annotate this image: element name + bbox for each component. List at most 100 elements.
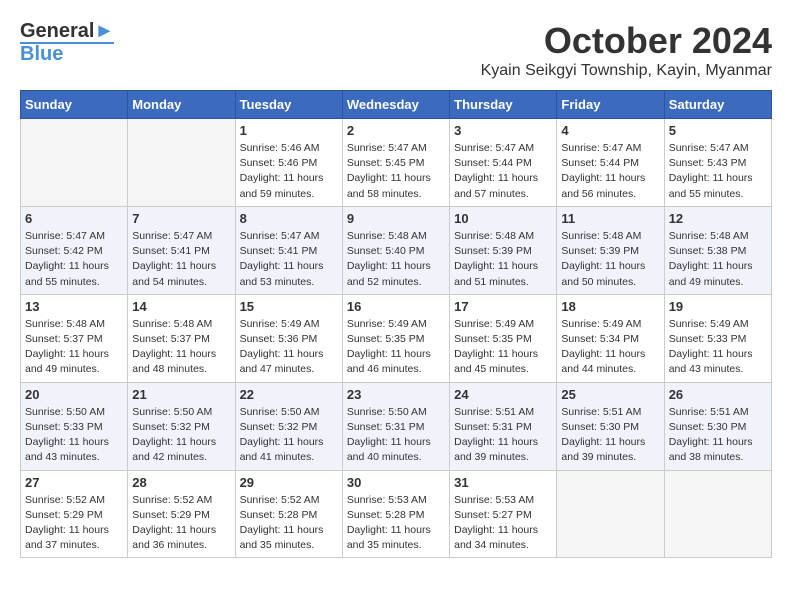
day-number: 24 — [454, 387, 552, 402]
weekday-header: Saturday — [664, 91, 771, 119]
day-number: 30 — [347, 475, 445, 490]
calendar-cell: 22 Sunrise: 5:50 AMSunset: 5:32 PMDayligh… — [235, 382, 342, 470]
day-info: Sunrise: 5:53 AMSunset: 5:27 PMDaylight:… — [454, 493, 552, 554]
day-number: 18 — [561, 299, 659, 314]
day-info: Sunrise: 5:46 AMSunset: 5:46 PMDaylight:… — [240, 141, 338, 202]
calendar-cell: 11 Sunrise: 5:48 AMSunset: 5:39 PMDayligh… — [557, 206, 664, 294]
page-header: General► Blue October 2024 Kyain Seikgyi… — [20, 20, 772, 80]
calendar-cell: 26 Sunrise: 5:51 AMSunset: 5:30 PMDayligh… — [664, 382, 771, 470]
day-number: 14 — [132, 299, 230, 314]
calendar-cell: 16 Sunrise: 5:49 AMSunset: 5:35 PMDayligh… — [342, 294, 449, 382]
weekday-header: Friday — [557, 91, 664, 119]
day-number: 28 — [132, 475, 230, 490]
day-number: 31 — [454, 475, 552, 490]
calendar-cell: 9 Sunrise: 5:48 AMSunset: 5:40 PMDaylight… — [342, 206, 449, 294]
calendar-cell: 25 Sunrise: 5:51 AMSunset: 5:30 PMDayligh… — [557, 382, 664, 470]
calendar-cell: 3 Sunrise: 5:47 AMSunset: 5:44 PMDaylight… — [450, 119, 557, 207]
day-info: Sunrise: 5:48 AMSunset: 5:39 PMDaylight:… — [561, 229, 659, 290]
calendar-cell: 20 Sunrise: 5:50 AMSunset: 5:33 PMDayligh… — [21, 382, 128, 470]
title-block: October 2024 Kyain Seikgyi Township, Kay… — [481, 20, 772, 80]
day-info: Sunrise: 5:47 AMSunset: 5:42 PMDaylight:… — [25, 229, 123, 290]
calendar-cell: 18 Sunrise: 5:49 AMSunset: 5:34 PMDayligh… — [557, 294, 664, 382]
weekday-header: Wednesday — [342, 91, 449, 119]
day-number: 4 — [561, 123, 659, 138]
calendar-cell: 1 Sunrise: 5:46 AMSunset: 5:46 PMDaylight… — [235, 119, 342, 207]
day-info: Sunrise: 5:48 AMSunset: 5:37 PMDaylight:… — [25, 317, 123, 378]
day-number: 27 — [25, 475, 123, 490]
day-number: 6 — [25, 211, 123, 226]
calendar-cell: 28Sunrise: 5:52 AMSunset: 5:29 PMDayligh… — [128, 470, 235, 558]
month-title: October 2024 — [481, 20, 772, 62]
calendar-cell: 17 Sunrise: 5:49 AMSunset: 5:35 PMDayligh… — [450, 294, 557, 382]
location-title: Kyain Seikgyi Township, Kayin, Myanmar — [481, 62, 772, 80]
day-info: Sunrise: 5:53 AMSunset: 5:28 PMDaylight:… — [347, 493, 445, 554]
day-info: Sunrise: 5:50 AMSunset: 5:32 PMDaylight:… — [240, 405, 338, 466]
day-number: 13 — [25, 299, 123, 314]
day-number: 16 — [347, 299, 445, 314]
day-info: Sunrise: 5:50 AMSunset: 5:32 PMDaylight:… — [132, 405, 230, 466]
day-info: Sunrise: 5:47 AMSunset: 5:44 PMDaylight:… — [454, 141, 552, 202]
day-info: Sunrise: 5:47 AMSunset: 5:43 PMDaylight:… — [669, 141, 767, 202]
calendar-cell: 7 Sunrise: 5:47 AMSunset: 5:41 PMDaylight… — [128, 206, 235, 294]
day-info: Sunrise: 5:49 AMSunset: 5:34 PMDaylight:… — [561, 317, 659, 378]
calendar-table: SundayMondayTuesdayWednesdayThursdayFrid… — [20, 90, 772, 558]
calendar-cell — [664, 470, 771, 558]
day-info: Sunrise: 5:50 AMSunset: 5:33 PMDaylight:… — [25, 405, 123, 466]
calendar-cell: 30 Sunrise: 5:53 AMSunset: 5:28 PMDayligh… — [342, 470, 449, 558]
day-info: Sunrise: 5:49 AMSunset: 5:36 PMDaylight:… — [240, 317, 338, 378]
day-info: Sunrise: 5:47 AMSunset: 5:41 PMDaylight:… — [240, 229, 338, 290]
day-number: 25 — [561, 387, 659, 402]
calendar-cell — [557, 470, 664, 558]
day-info: Sunrise: 5:48 AMSunset: 5:39 PMDaylight:… — [454, 229, 552, 290]
day-info: Sunrise: 5:50 AMSunset: 5:31 PMDaylight:… — [347, 405, 445, 466]
day-info: Sunrise: 5:48 AMSunset: 5:37 PMDaylight:… — [132, 317, 230, 378]
day-info: Sunrise: 5:48 AMSunset: 5:40 PMDaylight:… — [347, 229, 445, 290]
day-number: 3 — [454, 123, 552, 138]
weekday-header: Monday — [128, 91, 235, 119]
calendar-cell — [128, 119, 235, 207]
day-number: 10 — [454, 211, 552, 226]
day-number: 26 — [669, 387, 767, 402]
day-number: 9 — [347, 211, 445, 226]
day-number: 29 — [240, 475, 338, 490]
calendar-cell: 4 Sunrise: 5:47 AMSunset: 5:44 PMDaylight… — [557, 119, 664, 207]
day-number: 11 — [561, 211, 659, 226]
calendar-cell: 12 Sunrise: 5:48 AMSunset: 5:38 PMDayligh… — [664, 206, 771, 294]
weekday-header: Sunday — [21, 91, 128, 119]
day-info: Sunrise: 5:48 AMSunset: 5:38 PMDaylight:… — [669, 229, 767, 290]
calendar-cell: 27Sunrise: 5:52 AMSunset: 5:29 PMDayligh… — [21, 470, 128, 558]
day-number: 1 — [240, 123, 338, 138]
day-number: 21 — [132, 387, 230, 402]
calendar-cell: 23 Sunrise: 5:50 AMSunset: 5:31 PMDayligh… — [342, 382, 449, 470]
day-number: 22 — [240, 387, 338, 402]
day-info: Sunrise: 5:51 AMSunset: 5:30 PMDaylight:… — [669, 405, 767, 466]
day-number: 2 — [347, 123, 445, 138]
day-number: 7 — [132, 211, 230, 226]
calendar-cell: 10 Sunrise: 5:48 AMSunset: 5:39 PMDayligh… — [450, 206, 557, 294]
calendar-cell: 29 Sunrise: 5:52 AMSunset: 5:28 PMDayligh… — [235, 470, 342, 558]
calendar-cell: 14 Sunrise: 5:48 AMSunset: 5:37 PMDayligh… — [128, 294, 235, 382]
day-number: 23 — [347, 387, 445, 402]
weekday-header: Thursday — [450, 91, 557, 119]
day-number: 8 — [240, 211, 338, 226]
calendar-cell — [21, 119, 128, 207]
day-info: Sunrise: 5:49 AMSunset: 5:35 PMDaylight:… — [454, 317, 552, 378]
day-number: 20 — [25, 387, 123, 402]
logo: General► Blue — [20, 20, 114, 64]
day-info: Sunrise: 5:52 AMSunset: 5:28 PMDaylight:… — [240, 493, 338, 554]
weekday-header: Tuesday — [235, 91, 342, 119]
calendar-cell: 6 Sunrise: 5:47 AMSunset: 5:42 PMDaylight… — [21, 206, 128, 294]
day-number: 12 — [669, 211, 767, 226]
calendar-cell: 5Sunrise: 5:47 AMSunset: 5:43 PMDaylight… — [664, 119, 771, 207]
calendar-cell: 13 Sunrise: 5:48 AMSunset: 5:37 PMDayligh… — [21, 294, 128, 382]
day-info: Sunrise: 5:49 AMSunset: 5:35 PMDaylight:… — [347, 317, 445, 378]
day-info: Sunrise: 5:51 AMSunset: 5:31 PMDaylight:… — [454, 405, 552, 466]
calendar-cell: 8 Sunrise: 5:47 AMSunset: 5:41 PMDaylight… — [235, 206, 342, 294]
day-info: Sunrise: 5:47 AMSunset: 5:45 PMDaylight:… — [347, 141, 445, 202]
day-info: Sunrise: 5:47 AMSunset: 5:41 PMDaylight:… — [132, 229, 230, 290]
calendar-cell: 15Sunrise: 5:49 AMSunset: 5:36 PMDayligh… — [235, 294, 342, 382]
calendar-cell: 19Sunrise: 5:49 AMSunset: 5:33 PMDayligh… — [664, 294, 771, 382]
day-info: Sunrise: 5:51 AMSunset: 5:30 PMDaylight:… — [561, 405, 659, 466]
day-info: Sunrise: 5:47 AMSunset: 5:44 PMDaylight:… — [561, 141, 659, 202]
day-number: 17 — [454, 299, 552, 314]
